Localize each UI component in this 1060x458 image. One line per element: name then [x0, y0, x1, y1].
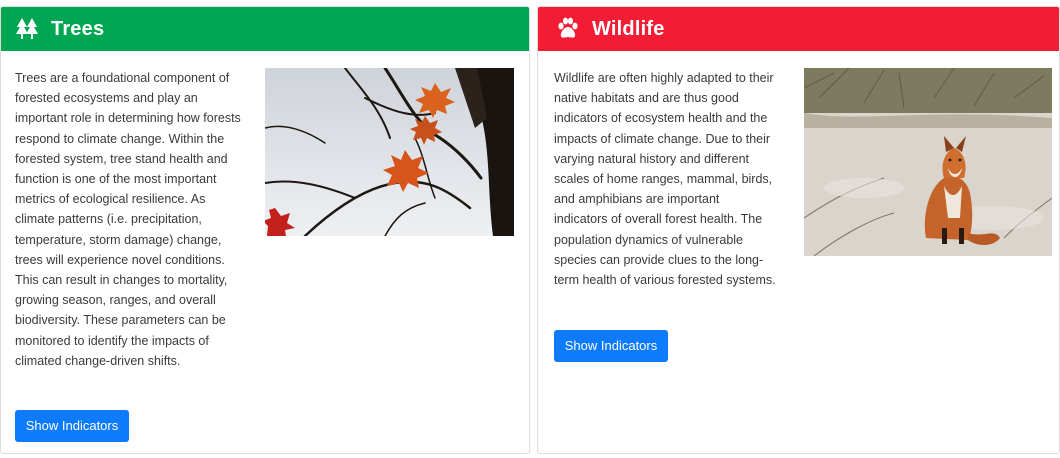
maple-leaves-photo: [265, 68, 514, 236]
trees-description: Trees are a foundational component of fo…: [15, 71, 241, 368]
wildlife-card-header: Wildlife: [538, 7, 1059, 51]
wildlife-description: Wildlife are often highly adapted to the…: [554, 71, 776, 288]
trees-card: Trees Trees are a foundational component…: [0, 6, 530, 454]
card-title: Wildlife: [592, 17, 665, 40]
wildlife-card: Wildlife Wildlife are often highly adapt…: [537, 6, 1060, 454]
trees-show-indicators-button[interactable]: Show Indicators: [15, 410, 129, 442]
red-fox-photo: [804, 68, 1052, 256]
card-title: Trees: [51, 17, 105, 40]
paw-icon: [554, 15, 582, 43]
wildlife-show-indicators-button[interactable]: Show Indicators: [554, 330, 668, 362]
trees-card-header: Trees: [1, 7, 529, 51]
trees-icon: [13, 15, 41, 43]
